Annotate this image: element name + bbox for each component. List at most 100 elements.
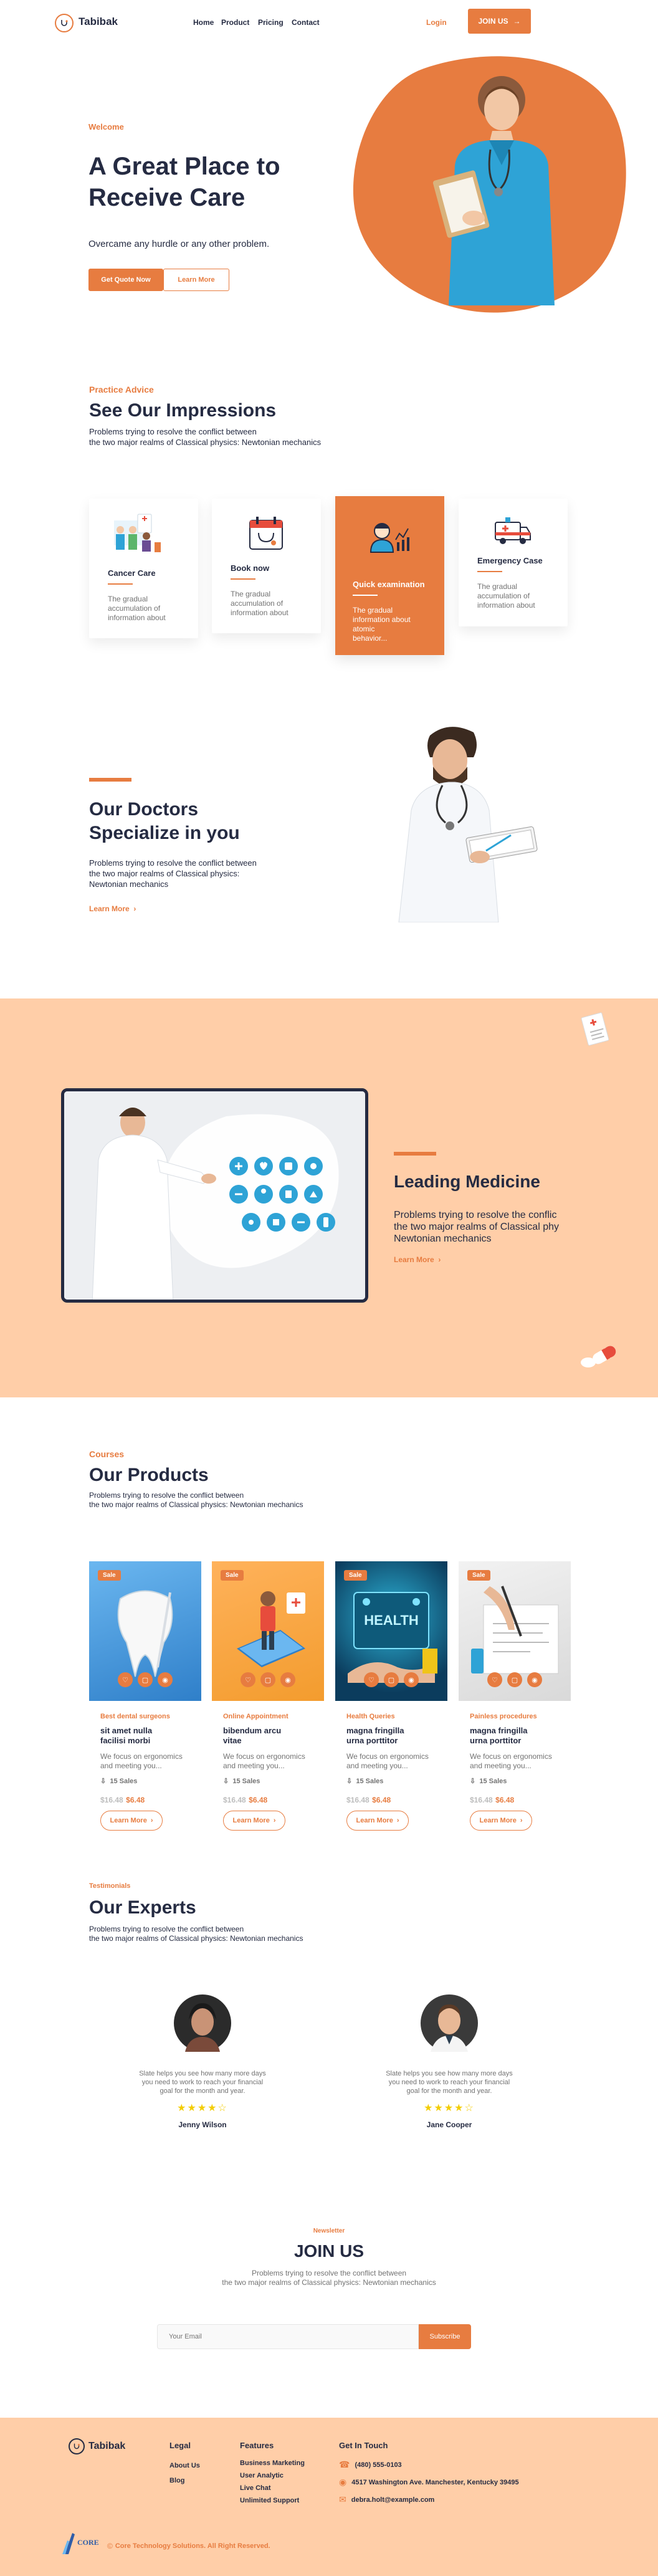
product-card[interactable]: Sale ♡ ▢ ◉ Best dental surgeons sit amet… xyxy=(89,1561,201,1842)
hero-title-line1: A Great Place to xyxy=(88,153,280,180)
cart-icon[interactable]: ▢ xyxy=(260,1672,275,1687)
star-icon: ★ xyxy=(187,2103,198,2114)
footer-link-business-marketing[interactable]: Business Marketing xyxy=(240,2459,305,2467)
new-price: $6.48 xyxy=(495,1796,515,1804)
learn-more-button[interactable]: Learn More xyxy=(163,269,229,291)
sale-badge: Sale xyxy=(221,1570,244,1581)
newsletter-desc-line2: the two major realms of Classical physic… xyxy=(222,2278,436,2287)
heart-icon[interactable]: ♡ xyxy=(118,1672,133,1687)
cart-icon[interactable]: ▢ xyxy=(384,1672,399,1687)
product-card[interactable]: Sale ♡ ▢ ◉ Painless procedures magna fri… xyxy=(459,1561,571,1842)
footer-link-about[interactable]: About Us xyxy=(169,2462,200,2469)
cart-icon[interactable]: ▢ xyxy=(507,1672,522,1687)
footer-address[interactable]: ◉ 4517 Washington Ave. Manchester, Kentu… xyxy=(339,2477,519,2487)
testimonial-text-line: goal for the month and year. xyxy=(406,2087,492,2095)
eye-icon[interactable]: ◉ xyxy=(527,1672,542,1687)
heart-icon[interactable]: ♡ xyxy=(241,1672,255,1687)
sale-badge: Sale xyxy=(98,1570,121,1581)
product-category[interactable]: Painless procedures xyxy=(470,1713,537,1720)
footer-brand[interactable]: Tabibak xyxy=(88,2441,125,2452)
old-price: $16.48 xyxy=(223,1796,246,1804)
cart-icon[interactable]: ▢ xyxy=(138,1672,153,1687)
product-category[interactable]: Health Queries xyxy=(346,1713,395,1720)
brand-name[interactable]: Tabibak xyxy=(79,16,118,28)
avatar xyxy=(174,1994,231,2052)
eye-icon[interactable]: ◉ xyxy=(404,1672,419,1687)
star-icon: ★ xyxy=(177,2103,188,2114)
product-learn-more-button[interactable]: Learn More › xyxy=(100,1811,163,1831)
testimonial-text-line: Slate helps you see how many more days xyxy=(139,2070,266,2077)
eye-icon[interactable]: ◉ xyxy=(280,1672,295,1687)
products-title: Our Products xyxy=(89,1465,209,1485)
product-image: Sale ♡ ▢ ◉ xyxy=(212,1561,324,1701)
medicine-learn-more-link[interactable]: Learn More › xyxy=(394,1255,441,1264)
service-card-title: Cancer Care xyxy=(108,568,156,578)
subscribe-button[interactable]: Subscribe xyxy=(419,2324,471,2349)
star-icon: ★ xyxy=(207,2103,218,2114)
product-learn-more-button[interactable]: Learn More › xyxy=(346,1811,409,1831)
address-text: 4517 Washington Ave. Manchester, Kentuck… xyxy=(351,2478,519,2486)
product-title-line: urna porttitor xyxy=(470,1736,522,1745)
product-category[interactable]: Best dental surgeons xyxy=(100,1713,170,1720)
email-input[interactable] xyxy=(157,2324,419,2349)
service-card-text: The gradual information about atomic beh… xyxy=(353,606,411,643)
heart-icon[interactable]: ♡ xyxy=(487,1672,502,1687)
footer-logo-icon[interactable] xyxy=(69,2438,85,2454)
star-icon: ★ xyxy=(444,2103,455,2114)
testimonial-card: Slate helps you see how many more days y… xyxy=(125,1994,280,2138)
service-card-book-now[interactable]: Book now The gradual accumulation of inf… xyxy=(212,499,321,633)
product-card[interactable]: Sale ♡ ▢ ◉ Online Appointment bibendum a… xyxy=(212,1561,324,1842)
expert-name: Jenny Wilson xyxy=(178,2120,227,2129)
card-text-line: information about xyxy=(108,613,166,622)
product-desc-line: and meeting you... xyxy=(346,1761,408,1770)
heart-icon[interactable]: ♡ xyxy=(364,1672,379,1687)
service-card-quick-examination[interactable]: Quick examination The gradual informatio… xyxy=(335,496,444,655)
eye-icon[interactable]: ◉ xyxy=(158,1672,173,1687)
prescription-icon xyxy=(581,1012,609,1046)
nav-home[interactable]: Home xyxy=(193,18,214,27)
doctors-learn-more-link[interactable]: Learn More › xyxy=(89,904,136,913)
hero-eyebrow: Welcome xyxy=(88,122,124,132)
medicine-image-frame xyxy=(61,1088,368,1303)
get-quote-button[interactable]: Get Quote Now xyxy=(88,269,163,291)
card-text-line: information about xyxy=(231,608,288,617)
footer-email[interactable]: ✉ debra.holt@example.com xyxy=(339,2494,434,2505)
nav-contact[interactable]: Contact xyxy=(292,18,320,27)
doctors-title: Our Doctors Specialize in you xyxy=(89,798,240,845)
nav-product[interactable]: Product xyxy=(221,18,249,27)
product-learn-more-button[interactable]: Learn More › xyxy=(470,1811,532,1831)
phone-text: (480) 555-0103 xyxy=(355,2461,402,2469)
footer-link-user-analytic[interactable]: User Analytic xyxy=(240,2472,284,2479)
products-eyebrow: Courses xyxy=(89,1449,125,1459)
testimonial-text-line: you need to work to reach your financial xyxy=(388,2079,510,2086)
service-card-emergency-case[interactable]: Emergency Case The gradual accumulation … xyxy=(459,499,568,626)
join-us-button[interactable]: JOIN US → xyxy=(468,9,531,34)
footer-link-live-chat[interactable]: Live Chat xyxy=(240,2484,271,2492)
footer-phone[interactable]: ☎ (480) 555-0103 xyxy=(339,2459,402,2470)
product-desc: We focus on ergonomics and meeting you..… xyxy=(470,1752,552,1771)
product-category[interactable]: Online Appointment xyxy=(223,1713,288,1720)
footer-link-blog[interactable]: Blog xyxy=(169,2477,184,2484)
product-title-line: urna porttitor xyxy=(346,1736,398,1745)
medicine-desc: Problems trying to resolve the conflic t… xyxy=(394,1209,568,1245)
footer-link-unlimited-support[interactable]: Unlimited Support xyxy=(240,2497,299,2504)
service-card-cancer-care[interactable]: Cancer Care The gradual accumulation of … xyxy=(89,499,198,638)
service-card-text: The gradual accumulation of information … xyxy=(231,590,288,618)
brand-logo-icon[interactable] xyxy=(55,14,74,32)
new-price: $6.48 xyxy=(126,1796,145,1804)
nav-pricing[interactable]: Pricing xyxy=(258,18,284,27)
product-learn-more-button[interactable]: Learn More › xyxy=(223,1811,285,1831)
product-title: sit amet nulla facilisi morbi xyxy=(100,1726,152,1746)
email-text: debra.holt@example.com xyxy=(351,2496,435,2504)
product-price: $16.48 $6.48 xyxy=(346,1794,391,1806)
product-desc-line: We focus on ergonomics xyxy=(346,1752,429,1761)
product-card[interactable]: HEALTH Sale ♡ ▢ ◉ Health Queries magna f… xyxy=(335,1561,447,1842)
phone-icon: ☎ xyxy=(339,2459,350,2469)
product-title-line: facilisi morbi xyxy=(100,1736,151,1745)
expert-name: Jane Cooper xyxy=(426,2120,472,2129)
login-link[interactable]: Login xyxy=(426,18,447,27)
chevron-right-icon: › xyxy=(436,1255,441,1264)
products-desc-line1: Problems trying to resolve the conflict … xyxy=(89,1491,244,1500)
doctors-desc: Problems trying to resolve the conflict … xyxy=(89,858,257,889)
sale-badge: Sale xyxy=(344,1570,367,1581)
